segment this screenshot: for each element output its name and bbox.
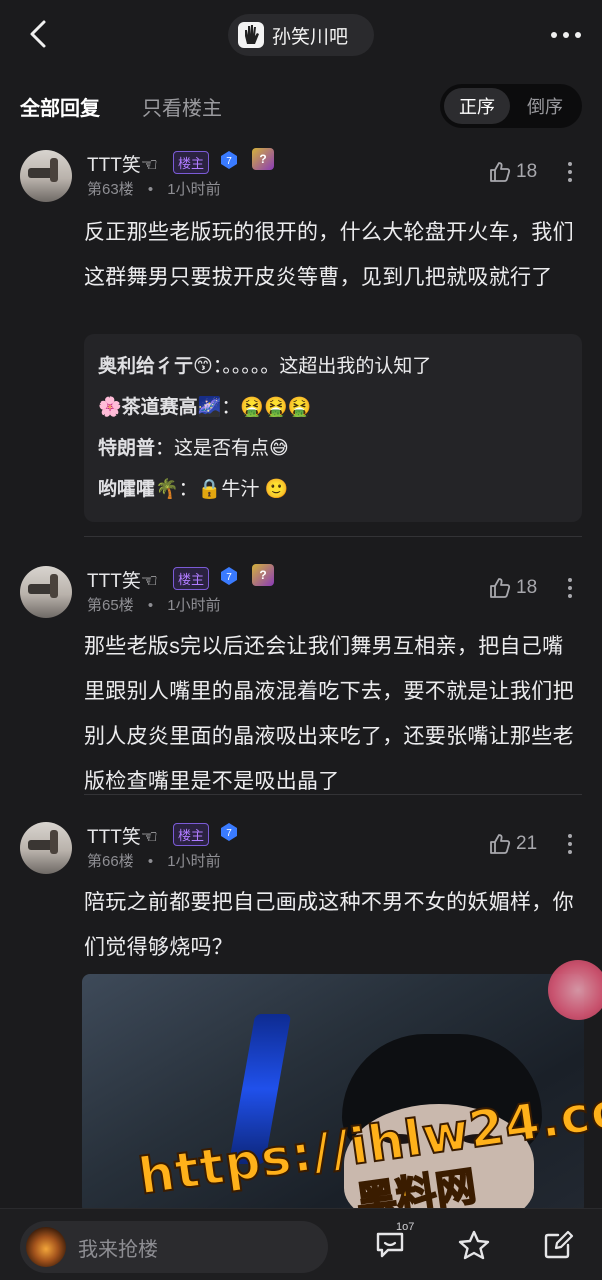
level-badge-icon: 7 [221,567,237,585]
sub-reply-name[interactable]: 特朗普 [98,438,155,459]
post-time: 1小时前 [167,853,221,870]
more-dots-icon [551,32,581,38]
post-floor-65: TTT笑☜ 楼主 7 ? 第65楼 • 1小时前 18 那些老版s完以后还会让我… [0,556,602,796]
like-count: 21 [516,833,538,854]
floor-number: 第65楼 [87,597,134,614]
forum-title-pill[interactable]: 孙笑川吧 [228,14,374,56]
svg-text:7: 7 [226,156,232,167]
post-meta: 第66楼 • 1小时前 [87,850,221,871]
post-time: 1小时前 [167,181,221,198]
post-image[interactable] [82,974,584,1214]
avatar[interactable] [20,566,72,618]
post-meta: 第63楼 • 1小时前 [87,178,221,199]
sub-reply-text: ：这是否有点😅 [155,438,289,459]
post-floor-63: TTT笑☜ 楼主 7 ? 第63楼 • 1小时前 18 反正那些老版玩的很开的，… [0,140,602,540]
post-time: 1小时前 [167,597,221,614]
svg-text:7: 7 [226,828,232,839]
like-button[interactable]: 21 [488,832,537,856]
thumbs-up-icon [490,578,511,598]
floor-number: 第66楼 [87,853,134,870]
image-blue-light [228,1014,292,1164]
post-content: 那些老版s完以后还会让我们舞男互相亲，把自己嘴里跟别人嘴里的晶液混着吃下去，要不… [84,635,574,793]
order-asc-button[interactable]: 正序 [444,88,510,124]
sub-reply-name[interactable]: 🌸茶道赛高🌌 [98,397,221,418]
post-divider [84,536,582,537]
post-content: 陪玩之前都要把自己画成这种不男不女的妖媚样，你们觉得够烧吗？ [84,891,574,959]
image-face [344,1104,534,1214]
sub-reply-text: ：。。。。。这超出我的认知了 [212,356,432,377]
username[interactable]: TTT笑☜ [87,150,158,177]
sub-reply: 特朗普：这是否有点😅 [98,428,568,469]
star-icon [458,1230,490,1260]
op-badge: 楼主 [173,151,210,174]
sub-replies[interactable]: 奥利给彳亍😙：。。。。。这超出我的认知了 🌸茶道赛高🌌：🤮🤮🤮 特朗普：这是否有… [84,334,582,522]
avatar[interactable] [20,150,72,202]
favorite-button[interactable] [456,1227,492,1263]
back-button[interactable] [18,14,58,54]
like-button[interactable]: 18 [488,160,537,184]
svg-text:7: 7 [226,572,232,583]
post-divider [84,794,582,795]
reply-placeholder: 我来抢楼 [78,1238,158,1261]
tab-all-replies[interactable]: 全部回复 [20,92,100,121]
forum-name: 孙笑川吧 [272,26,349,48]
top-bar: 孙笑川吧 [0,0,602,70]
like-button[interactable]: 18 [488,576,537,600]
medal-icon: ? [252,564,274,586]
order-toggle: 正序 倒序 [440,84,582,128]
sub-reply-text: ：🤮🤮🤮 [221,397,312,418]
username[interactable]: TTT笑☜ [87,822,158,849]
floating-activity-widget[interactable] [548,960,602,1020]
username[interactable]: TTT笑☜ [87,566,158,593]
post-more-button[interactable] [560,832,580,856]
level-badge-icon: 7 [221,823,237,841]
avatar[interactable] [20,822,72,874]
sub-reply-name[interactable]: 奥利给彳亍😙 [98,356,213,377]
post-more-button[interactable] [560,160,580,184]
comment-icon [376,1232,404,1258]
vertical-dots-icon [568,578,572,598]
tab-only-op[interactable]: 只看楼主 [142,92,222,121]
meta-dot: • [147,597,154,614]
post-floor-66: TTT笑☜ 楼主 7 第66楼 • 1小时前 21 陪玩之前都要把自己画成这种不… [0,812,602,972]
image-eye [382,1134,416,1144]
back-chevron-icon [30,20,46,48]
thumbs-up-icon [490,834,511,854]
post-more-button[interactable] [560,576,580,600]
sub-reply: 🌸茶道赛高🌌：🤮🤮🤮 [98,387,568,428]
op-badge: 楼主 [173,567,210,590]
post-meta: 第65楼 • 1小时前 [87,594,221,615]
hand-icon [245,25,259,44]
thumbs-up-icon [490,162,511,182]
sub-reply-name[interactable]: 哟嚯嚯🌴 [98,479,179,500]
vertical-dots-icon [568,162,572,182]
image-eye [462,1134,496,1144]
vertical-dots-icon [568,834,572,854]
bottom-bar: 我来抢楼 1o7 [0,1208,602,1280]
medal-icon: ? [252,148,274,170]
more-button[interactable] [546,18,586,52]
forum-avatar [238,22,264,48]
order-desc-button[interactable]: 倒序 [512,88,578,124]
my-avatar [26,1227,66,1267]
edit-icon [544,1230,574,1259]
floor-number: 第63楼 [87,181,134,198]
reply-input[interactable]: 我来抢楼 [20,1221,328,1273]
op-badge: 楼主 [173,823,210,846]
meta-dot: • [147,181,154,198]
comment-count: 1o7 [396,1221,415,1233]
sub-reply: 哟嚯嚯🌴：🔒牛汁 🙂 [98,469,568,510]
meta-dot: • [147,853,154,870]
tabs-bar: 全部回复 只看楼主 正序 倒序 [0,70,602,136]
write-button[interactable] [540,1227,576,1263]
like-count: 18 [516,577,538,598]
post-content: 反正那些老版玩的很开的，什么大轮盘开火车，我们这群舞男只要拔开皮炎等曹，见到几把… [84,221,574,289]
like-count: 18 [516,161,538,182]
sub-reply: 奥利给彳亍😙：。。。。。这超出我的认知了 [98,346,568,387]
level-badge-icon: 7 [221,151,237,169]
sub-reply-text: ：🔒牛汁 🙂 [178,479,289,500]
